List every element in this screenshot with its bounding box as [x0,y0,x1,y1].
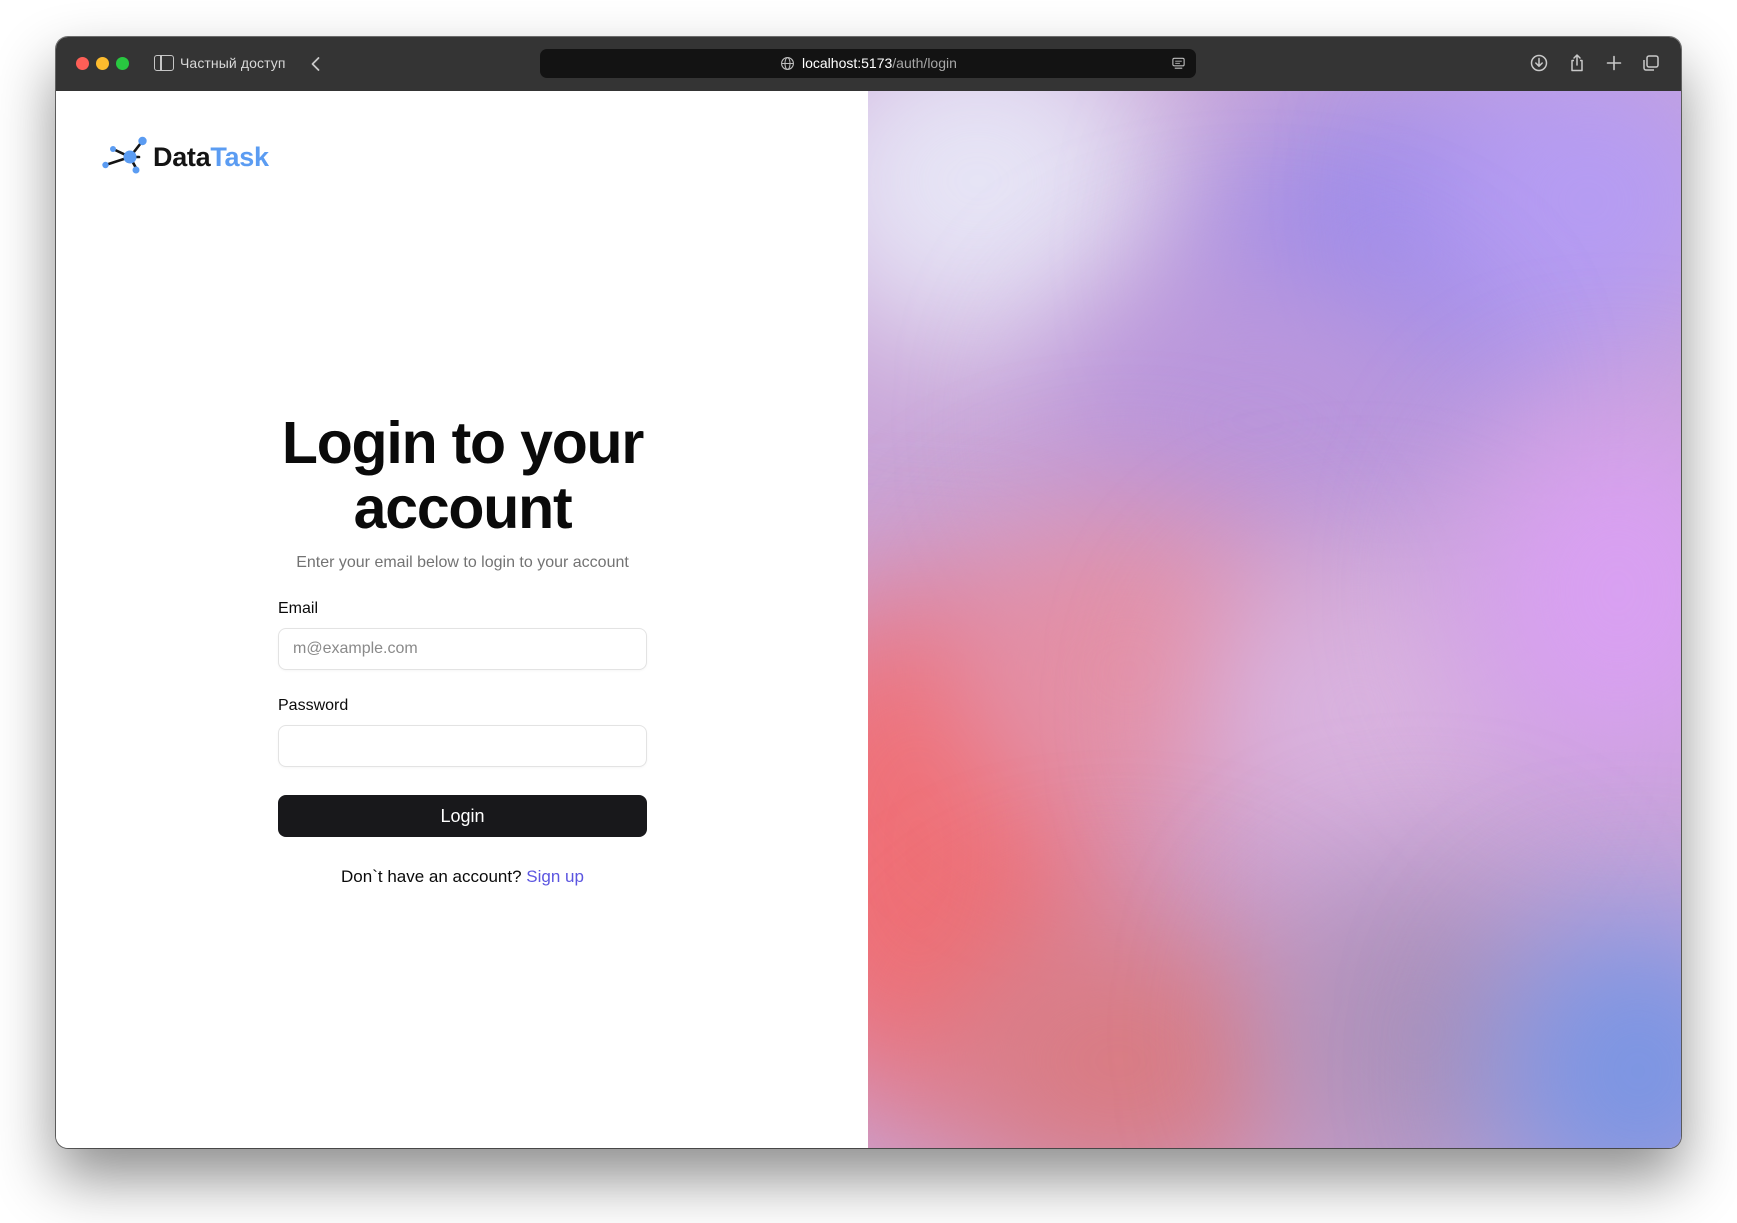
page-title: Login to your account [281,410,644,541]
share-icon[interactable] [1567,53,1587,73]
email-label: Email [278,600,319,617]
brand-name-data: Data [153,142,211,172]
brand-name: DataTask [153,142,269,173]
plus-icon[interactable] [1604,53,1624,73]
close-window-button[interactable] [76,57,89,70]
url-host: localhost:5173 [802,55,893,71]
url-path: /auth/login [892,55,957,71]
private-browsing-label: Частный доступ [180,55,286,71]
page-content: DataTask Login to your account Enter you… [56,91,1681,1148]
signup-prompt-row: Don`t have an account? Sign up [278,867,647,887]
browser-toolbar: Частный доступ localhost:5173/auth/login [56,37,1681,92]
brand-name-task: Task [210,142,269,172]
email-field[interactable] [278,628,647,670]
page-subtitle: Enter your email below to login to your … [296,554,629,571]
download-icon[interactable] [1529,53,1549,73]
back-chevron-icon[interactable] [306,54,326,74]
sidebar-toggle-icon[interactable] [154,55,174,71]
login-button[interactable]: Login [278,795,647,837]
globe-icon [781,57,794,70]
signup-prompt-text: Don`t have an account? [341,867,522,886]
url-text[interactable]: localhost:5173/auth/login [802,55,957,72]
datatask-logo-icon [102,136,147,174]
maximize-window-button[interactable] [116,57,129,70]
reader-icon[interactable] [1171,56,1186,71]
tabs-icon[interactable] [1641,53,1661,73]
desktop-background: Частный доступ localhost:5173/auth/login [0,0,1737,1223]
address-bar[interactable]: localhost:5173/auth/login [540,49,1196,78]
signup-link[interactable]: Sign up [526,867,584,886]
password-field[interactable] [278,725,647,767]
password-label: Password [278,697,349,714]
login-form: Login to your account Enter your email b… [278,411,647,887]
gradient-hero-image [868,91,1681,1148]
minimize-window-button[interactable] [96,57,109,70]
login-panel: DataTask Login to your account Enter you… [56,91,868,1148]
browser-window: Частный доступ localhost:5173/auth/login [56,37,1681,1148]
